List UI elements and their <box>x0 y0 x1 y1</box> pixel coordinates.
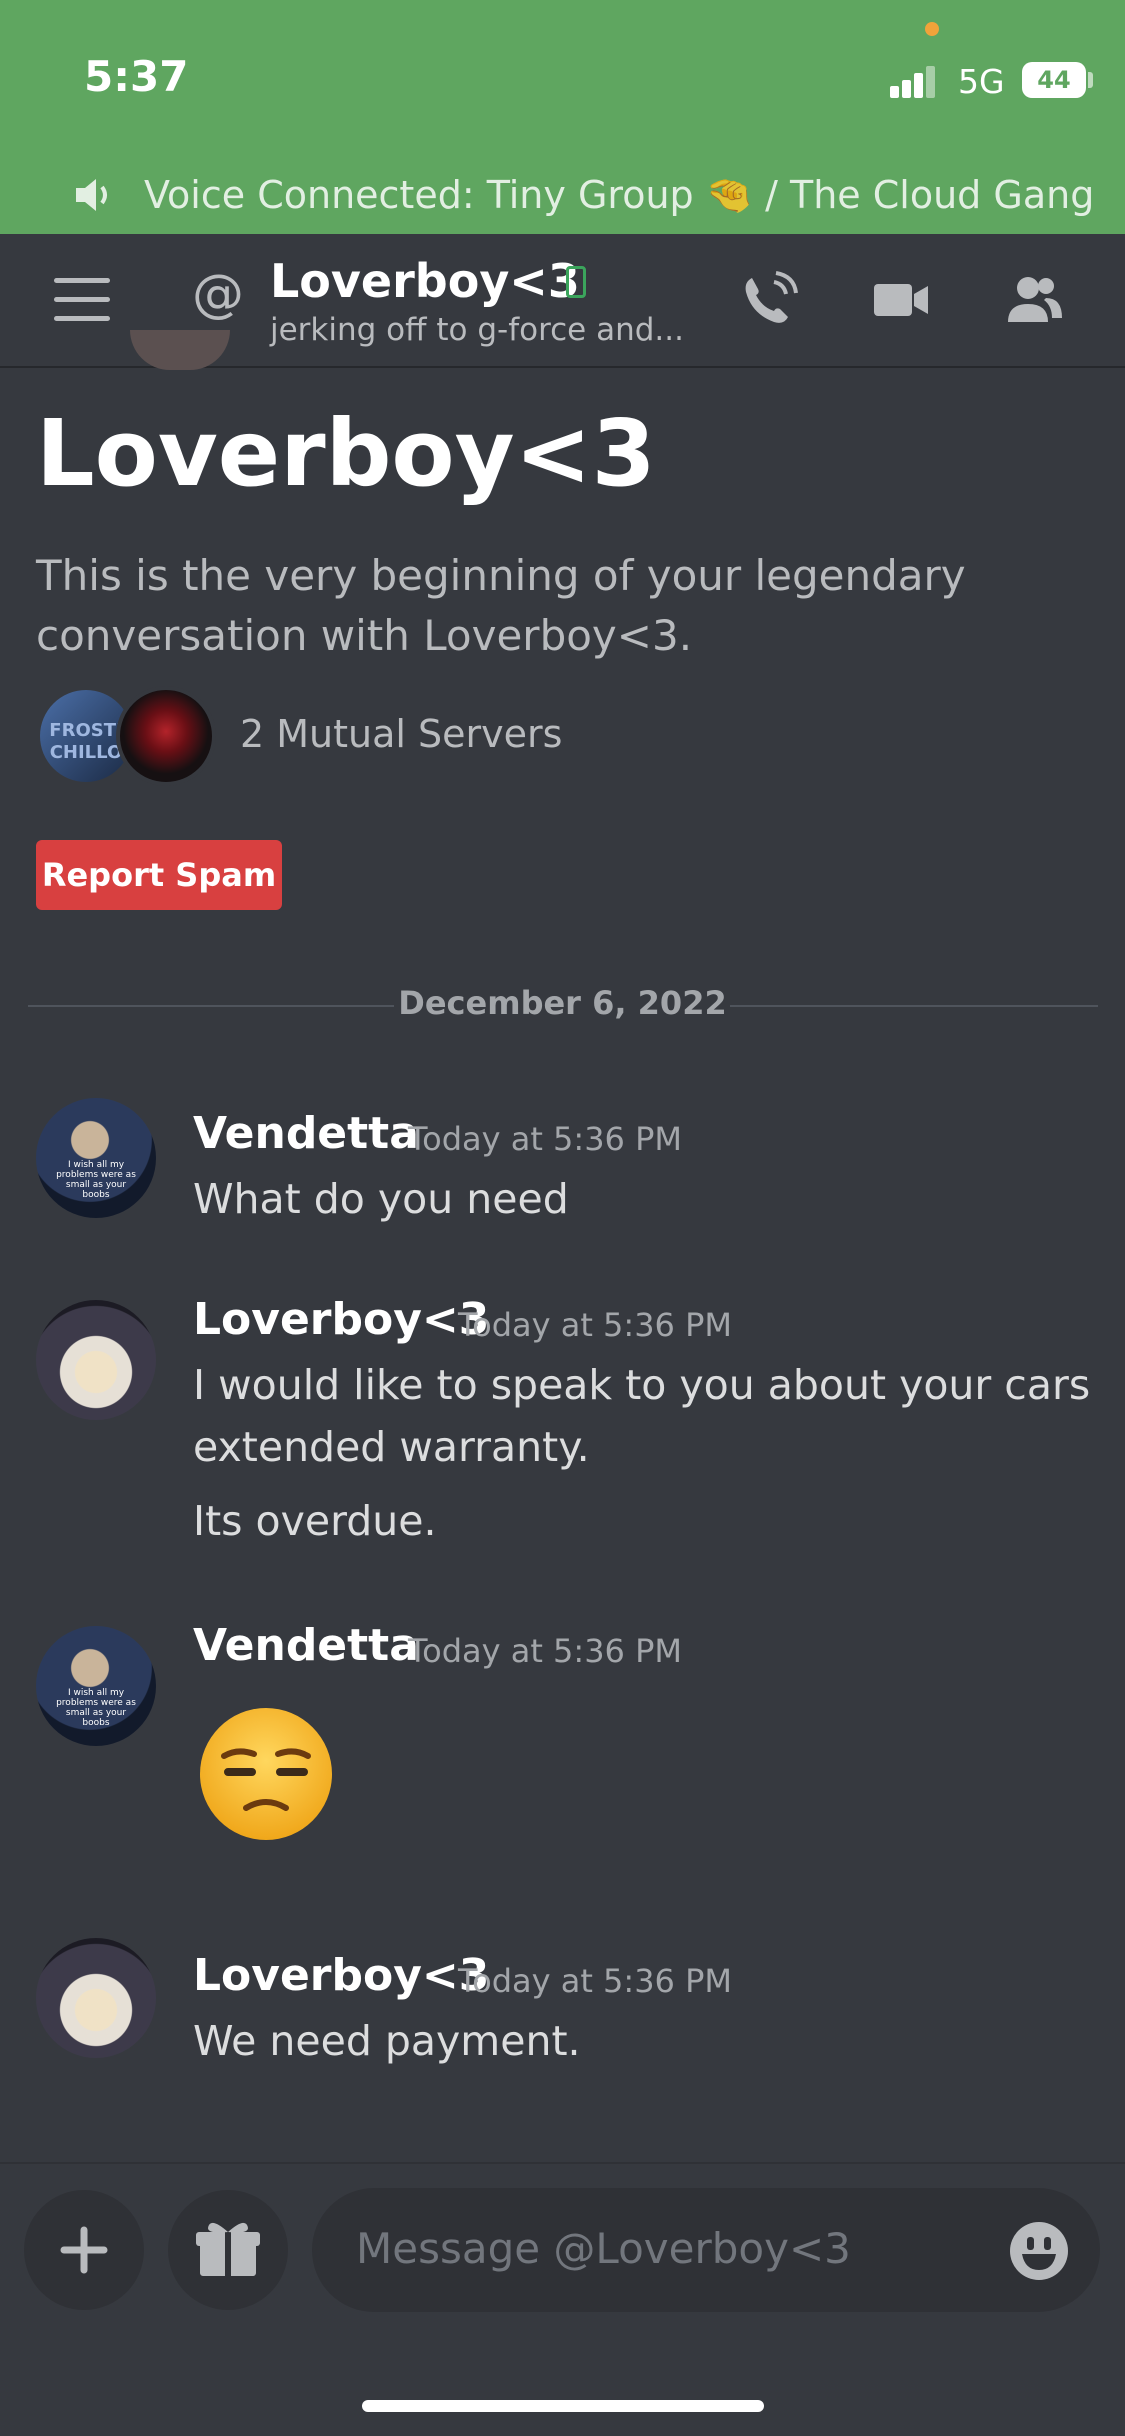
message-text: I would like to speak to you about your … <box>193 1361 1091 1471</box>
gift-button[interactable] <box>168 2190 288 2310</box>
status-time: 5:37 <box>84 52 189 101</box>
message-timestamp: Today at 5:36 PM <box>408 1120 682 1158</box>
gift-icon <box>196 2222 260 2276</box>
mobile-online-icon <box>566 266 586 298</box>
message-text: Its overdue. <box>193 1497 437 1545</box>
mic-in-use-indicator <box>925 22 939 36</box>
voice-status[interactable]: Voice Connected: Tiny Group 🤏 / The Clou… <box>72 170 1094 220</box>
message-timestamp: Today at 5:36 PM <box>458 1306 732 1344</box>
add-attachment-button[interactable] <box>24 2190 144 2310</box>
profile-name: Loverboy<3 <box>36 400 656 507</box>
report-spam-button[interactable]: Report Spam <box>36 840 282 910</box>
cellular-signal-icon <box>890 64 936 98</box>
avatar[interactable]: I wish all my problems were as small as … <box>36 1098 156 1218</box>
voice-connected-banner[interactable]: 5:37 5G 44 Voice Connected: Tiny Group 🤏… <box>0 0 1125 234</box>
message-author[interactable]: Loverboy<3 <box>193 1950 489 2001</box>
avatar-caption: I wish all my problems were as small as … <box>56 1160 136 1200</box>
message-timestamp: Today at 5:36 PM <box>458 1962 732 2000</box>
message-text: What do you need <box>193 1175 569 1223</box>
plus-icon <box>60 2226 108 2274</box>
message-timestamp: Today at 5:36 PM <box>408 1632 682 1670</box>
header-username[interactable]: Loverboy<3 <box>270 254 580 308</box>
speaker-icon <box>76 179 107 211</box>
hamburger-icon[interactable] <box>54 278 110 322</box>
call-icon[interactable] <box>738 270 802 330</box>
date-divider: December 6, 2022 <box>398 984 727 1022</box>
message-author[interactable]: Loverboy<3 <box>193 1294 489 1345</box>
header-custom-status[interactable]: jerking off to g-force and... <box>270 312 684 348</box>
mutual-servers-label[interactable]: 2 Mutual Servers <box>240 712 562 756</box>
battery-indicator: 44 <box>1022 62 1086 98</box>
network-type: 5G <box>958 62 1005 101</box>
message-author[interactable]: Vendetta <box>193 1108 419 1159</box>
battery-cap <box>1088 72 1093 88</box>
input-separator <box>0 2162 1125 2164</box>
at-icon: @ <box>192 264 244 324</box>
avatar[interactable] <box>36 1300 156 1420</box>
home-indicator[interactable] <box>362 2400 764 2412</box>
message-input-placeholder: Message @Loverboy<3 <box>356 2224 851 2273</box>
voice-status-text: Voice Connected: Tiny Group 🤏 / The Clou… <box>144 172 1095 217</box>
avatar-caption: I wish all my problems were as small as … <box>56 1688 136 1728</box>
unamused-face-icon <box>200 1708 332 1840</box>
message-text: We need payment. <box>193 2017 581 2065</box>
conversation-intro: This is the very beginning of your legen… <box>36 551 966 660</box>
members-icon[interactable] <box>1002 270 1066 330</box>
emoji-icon[interactable] <box>1008 2220 1070 2282</box>
message-author[interactable]: Vendetta <box>193 1620 419 1671</box>
battery-level: 44 <box>1037 66 1071 94</box>
video-icon[interactable] <box>870 270 934 330</box>
mutual-server-icon[interactable] <box>116 686 216 786</box>
message-input[interactable]: Message @Loverboy<3 <box>312 2188 1100 2312</box>
avatar[interactable] <box>36 1938 156 2058</box>
avatar[interactable]: I wish all my problems were as small as … <box>36 1626 156 1746</box>
